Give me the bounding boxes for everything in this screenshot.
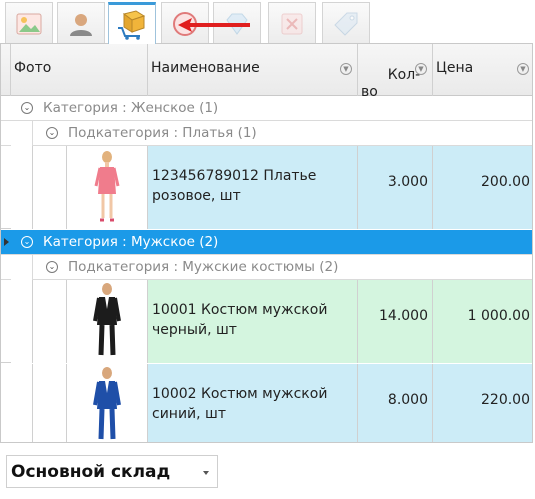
collapse-toggle-icon[interactable]: ⌄ xyxy=(46,261,58,273)
group-indent xyxy=(11,364,33,442)
product-qty: 8.000 xyxy=(358,364,433,442)
category-group-row[interactable]: ⌄ Категория : Женское (1) xyxy=(1,96,532,121)
column-price-label: Цена xyxy=(436,60,474,76)
products-grid: Фото Наименование ▼ Кол- во ▼ Цена ▼ ⌄ К… xyxy=(0,43,533,443)
delete-button[interactable] xyxy=(268,2,316,44)
collapse-toggle-icon[interactable]: ⌄ xyxy=(46,127,58,139)
column-name-label: Наименование xyxy=(151,60,260,76)
group-indent xyxy=(11,280,33,363)
toolbar xyxy=(0,0,535,44)
collapse-toggle-icon[interactable]: ⌄ xyxy=(21,236,33,248)
subcategory-group-row[interactable]: ⌄ Подкатегория : Мужские костюмы (2) xyxy=(1,255,532,280)
user-icon xyxy=(70,13,92,36)
category-label: Категория : Женское (1) xyxy=(43,100,219,116)
warehouse-select-value: Основной склад xyxy=(11,462,171,482)
warehouse-select[interactable]: Основной склад xyxy=(6,455,218,488)
box-cart-icon xyxy=(118,9,146,40)
product-name: 10002 Костюм мужской синий, шт xyxy=(148,364,358,442)
table-row[interactable]: 10001 Костюм мужской черный, шт 14.000 1… xyxy=(1,280,532,363)
category-group-row[interactable]: ⌄ Категория : Мужское (2) xyxy=(1,230,532,255)
picture-icon xyxy=(16,13,42,34)
subcategory-label: Подкатегория : Мужские костюмы (2) xyxy=(68,259,339,275)
price-tag-icon xyxy=(334,12,358,36)
category-label: Категория : Мужское (2) xyxy=(43,234,219,250)
pink-dress-image xyxy=(94,150,120,221)
header-indicator-column xyxy=(1,44,11,96)
row-indicator-icon xyxy=(4,238,9,246)
subcategory-label: Подкатегория : Платья (1) xyxy=(68,125,257,141)
group-indent xyxy=(11,255,33,280)
delete-icon xyxy=(281,13,303,34)
group-indent xyxy=(33,146,67,229)
products-button[interactable] xyxy=(108,2,156,44)
filter-icon[interactable]: ▼ xyxy=(340,63,352,75)
chevron-down-icon xyxy=(203,471,209,475)
user-button[interactable] xyxy=(57,2,105,44)
product-qty: 3.000 xyxy=(358,146,433,229)
column-name[interactable]: Наименование ▼ xyxy=(148,44,358,96)
blue-suit-image xyxy=(93,366,121,439)
filter-icon[interactable]: ▼ xyxy=(415,63,427,75)
group-indent xyxy=(33,280,67,363)
table-row[interactable]: 123456789012 Платье розовое, шт 3.000 20… xyxy=(1,146,532,229)
group-indent xyxy=(11,146,33,229)
grid-header: Фото Наименование ▼ Кол- во ▼ Цена ▼ xyxy=(1,44,532,100)
column-photo[interactable]: Фото xyxy=(11,44,148,96)
product-photo xyxy=(67,280,148,363)
product-price: 200.00 xyxy=(433,146,532,229)
price-tag-button[interactable] xyxy=(322,2,370,44)
picture-button[interactable] xyxy=(5,2,53,44)
product-name: 10001 Костюм мужской черный, шт xyxy=(148,280,358,363)
product-photo xyxy=(67,146,148,229)
product-qty: 14.000 xyxy=(358,280,433,363)
column-qty[interactable]: Кол- во ▼ xyxy=(358,44,433,100)
group-indent xyxy=(11,121,33,146)
product-price: 1 000.00 xyxy=(433,280,532,363)
table-row[interactable]: 10002 Костюм мужской синий, шт 8.000 220… xyxy=(1,364,532,442)
column-photo-label: Фото xyxy=(14,60,52,76)
product-price: 220.00 xyxy=(433,364,532,442)
column-price[interactable]: Цена ▼ xyxy=(433,44,532,96)
black-suit-image xyxy=(93,282,121,355)
filter-icon[interactable]: ▼ xyxy=(517,63,529,75)
group-indent xyxy=(33,364,67,442)
red-arrow-annotation xyxy=(178,18,250,32)
subcategory-group-row[interactable]: ⌄ Подкатегория : Платья (1) xyxy=(1,121,532,146)
collapse-toggle-icon[interactable]: ⌄ xyxy=(21,102,33,114)
product-photo xyxy=(67,364,148,442)
product-name: 123456789012 Платье розовое, шт xyxy=(148,146,358,229)
